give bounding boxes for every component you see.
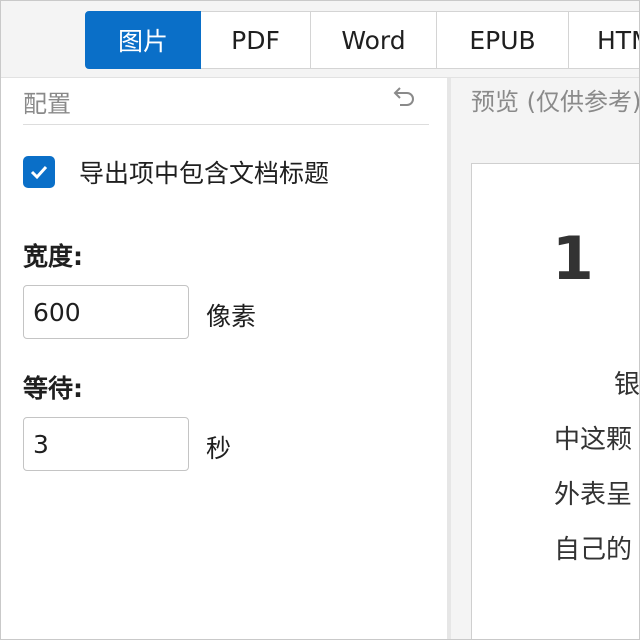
preview-heading: 1: [552, 224, 594, 294]
width-input[interactable]: [23, 285, 189, 339]
preview-page: 1 银 中这颗 外表呈 自己的: [471, 163, 640, 639]
preview-title: 预览 (仅供参考): [471, 88, 640, 116]
include-title-label: 导出项中包含文档标题: [79, 159, 330, 188]
undo-icon[interactable]: [389, 84, 417, 112]
wait-label: 等待:: [23, 374, 83, 403]
width-label: 宽度:: [23, 242, 83, 271]
preview-line: 银: [614, 370, 640, 400]
checkmark-icon: [30, 165, 48, 180]
preview-line: 外表呈: [554, 480, 633, 510]
export-dialog: 图片 PDF Word EPUB HTML 配置 导出项中包含文档标题: [0, 0, 640, 640]
tab-image[interactable]: 图片: [85, 11, 201, 69]
config-panel: 配置 导出项中包含文档标题 宽度: 像素 等待: 秒: [1, 78, 447, 639]
tab-pdf[interactable]: PDF: [201, 11, 311, 69]
tab-epub[interactable]: EPUB: [437, 11, 569, 69]
tab-bar: 图片 PDF Word EPUB HTML: [1, 1, 639, 78]
width-unit: 像素: [206, 302, 257, 331]
preview-line: 中这颗: [554, 425, 633, 455]
config-title: 配置: [23, 90, 71, 118]
include-title-option: 导出项中包含文档标题: [23, 154, 329, 190]
preview-panel: 预览 (仅供参考) 1 银 中这颗 外表呈 自己的: [451, 78, 640, 639]
preview-line: 自己的: [554, 535, 633, 565]
tab-word[interactable]: Word: [311, 11, 437, 69]
wait-input[interactable]: [23, 417, 189, 471]
export-format-tabs: 图片 PDF Word EPUB HTML: [85, 11, 639, 71]
config-header: 配置: [23, 78, 429, 125]
include-title-checkbox[interactable]: [23, 156, 55, 188]
wait-unit: 秒: [206, 434, 232, 463]
tab-html[interactable]: HTML: [569, 11, 639, 69]
